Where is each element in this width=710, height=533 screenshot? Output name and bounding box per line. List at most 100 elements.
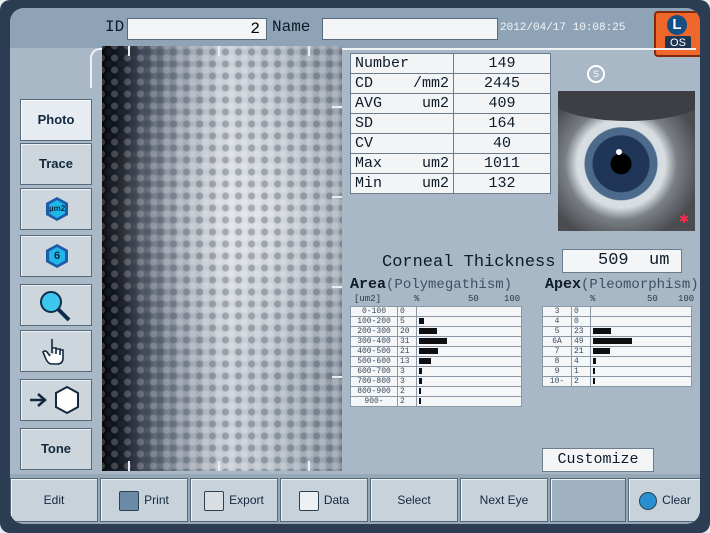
eye-letter: L	[667, 15, 687, 35]
apex-bin-percent: 23	[571, 326, 591, 337]
area-pct-header: %	[414, 294, 420, 304]
id-field[interactable]: 2	[127, 18, 267, 40]
area-row: 900- 2	[350, 396, 522, 407]
stats-row: Max um2 1011	[350, 153, 551, 174]
edit-button[interactable]: Edit	[10, 478, 98, 522]
stats-row: Number 149	[350, 53, 551, 74]
apex-bar-cell	[590, 376, 692, 387]
area-row: 100-200 5	[350, 316, 522, 327]
trace-label: Trace	[39, 156, 73, 171]
pupil-reflection	[616, 149, 622, 155]
corneal-thickness-unit: um	[649, 251, 670, 270]
corneal-thickness-field: 509 um	[562, 249, 682, 273]
export-button[interactable]: Export	[190, 478, 278, 522]
area-title: Area(Polymegathism)	[350, 276, 513, 293]
data-icon	[298, 490, 319, 511]
magnifier-icon	[40, 291, 71, 322]
photo-button[interactable]: Photo	[20, 99, 92, 141]
area-bin-label: 200-300	[350, 326, 398, 337]
scale-tick	[308, 46, 310, 56]
area-bar-cell	[416, 396, 522, 407]
area-bar-cell	[416, 366, 522, 377]
apex-row: 84	[542, 356, 692, 367]
area-bin-percent: 0	[397, 306, 417, 317]
next-eye-button[interactable]: Next Eye	[460, 478, 548, 522]
apex-bin-percent: 21	[571, 346, 591, 357]
area-bin-percent: 21	[397, 346, 417, 357]
stats-label: AVG um2	[350, 93, 454, 114]
area-bin-label: 500-600	[350, 356, 398, 367]
area-bar-cell	[416, 376, 522, 387]
name-field[interactable]	[322, 18, 498, 40]
area-bin-label: 300-400	[350, 336, 398, 347]
tone-button[interactable]: Tone	[20, 428, 92, 470]
eyelid	[558, 91, 695, 121]
stats-label: Number	[350, 53, 454, 74]
apex-bin-label: 8	[542, 356, 572, 367]
count-hex-icon: 6	[46, 244, 68, 268]
area-bar-cell	[416, 336, 522, 347]
select-label: Select	[397, 493, 431, 507]
area-unit-header: [um2]	[354, 294, 382, 304]
arrow-hex-button[interactable]	[20, 379, 92, 421]
data-button[interactable]: Data	[280, 478, 368, 522]
corneal-thickness-value: 509	[598, 251, 629, 270]
apex-subtitle: (Pleomorphism)	[581, 277, 699, 293]
apex-bin-percent: 2	[571, 376, 591, 387]
apex-bar-cell	[590, 356, 692, 367]
hand-pointer-icon	[42, 339, 64, 365]
scale-tick	[218, 46, 220, 56]
customize-button[interactable]: Customize	[542, 448, 654, 472]
count-button[interactable]: 6	[20, 235, 92, 277]
stats-value: 40	[453, 133, 551, 154]
apex-row: 91	[542, 366, 692, 377]
stats-value: 164	[453, 113, 551, 134]
stats-row: Min um2 132	[350, 173, 551, 194]
area-bar-cell	[416, 306, 522, 317]
apex-bin-label: 10-	[542, 376, 572, 387]
stats-value: 132	[453, 173, 551, 194]
corneal-thickness-label: Corneal Thickness	[382, 253, 556, 272]
area-bar	[419, 347, 438, 354]
apex-bin-percent: 0	[571, 316, 591, 327]
clear-button[interactable]: Clear	[628, 478, 700, 522]
area-bar-cell	[416, 316, 522, 327]
eraser-icon	[639, 491, 658, 510]
data-label: Data	[323, 493, 350, 507]
area-bin-label: 900-	[350, 396, 398, 407]
apex-bar	[593, 327, 612, 334]
scale-tick	[308, 461, 310, 471]
area-bar	[419, 357, 431, 364]
stats-label: SD	[350, 113, 454, 134]
stats-value: 409	[453, 93, 551, 114]
magnifier-button[interactable]	[20, 284, 92, 326]
apex-max-header: 100	[678, 294, 695, 304]
area-bar	[419, 387, 421, 394]
area-bin-label: 0-100	[350, 306, 398, 317]
area-bar-cell	[416, 386, 522, 397]
trace-button[interactable]: Trace	[20, 143, 92, 185]
print-label: Print	[144, 493, 169, 507]
count-hex-label: 6	[49, 247, 65, 265]
hand-button[interactable]	[20, 330, 92, 372]
stats-row: CV 40	[350, 133, 551, 154]
endothelium-image[interactable]	[102, 46, 342, 471]
area-button[interactable]: µm2	[20, 188, 92, 230]
print-button[interactable]: Print	[100, 478, 188, 522]
area-bin-label: 700-800	[350, 376, 398, 387]
print-icon	[119, 490, 140, 511]
apex-row: 10- 2	[542, 376, 692, 387]
area-row: 400-500 21	[350, 346, 522, 357]
apex-bar	[593, 357, 597, 364]
area-bin-percent: 31	[397, 336, 417, 347]
apex-histogram: 3 0 4 0 5 23 6A 49 7 21 8 4 9 1 10- 2	[542, 306, 692, 387]
area-bin-label: 800-900	[350, 386, 398, 397]
area-bar	[419, 397, 421, 404]
cell-highlights	[102, 46, 342, 471]
apex-mid-header: 50	[647, 294, 658, 304]
select-button[interactable]: Select	[370, 478, 458, 522]
area-bar-cell	[416, 326, 522, 337]
scale-tick	[218, 461, 220, 471]
area-bar-cell	[416, 356, 522, 367]
apex-bar-cell	[590, 336, 692, 347]
